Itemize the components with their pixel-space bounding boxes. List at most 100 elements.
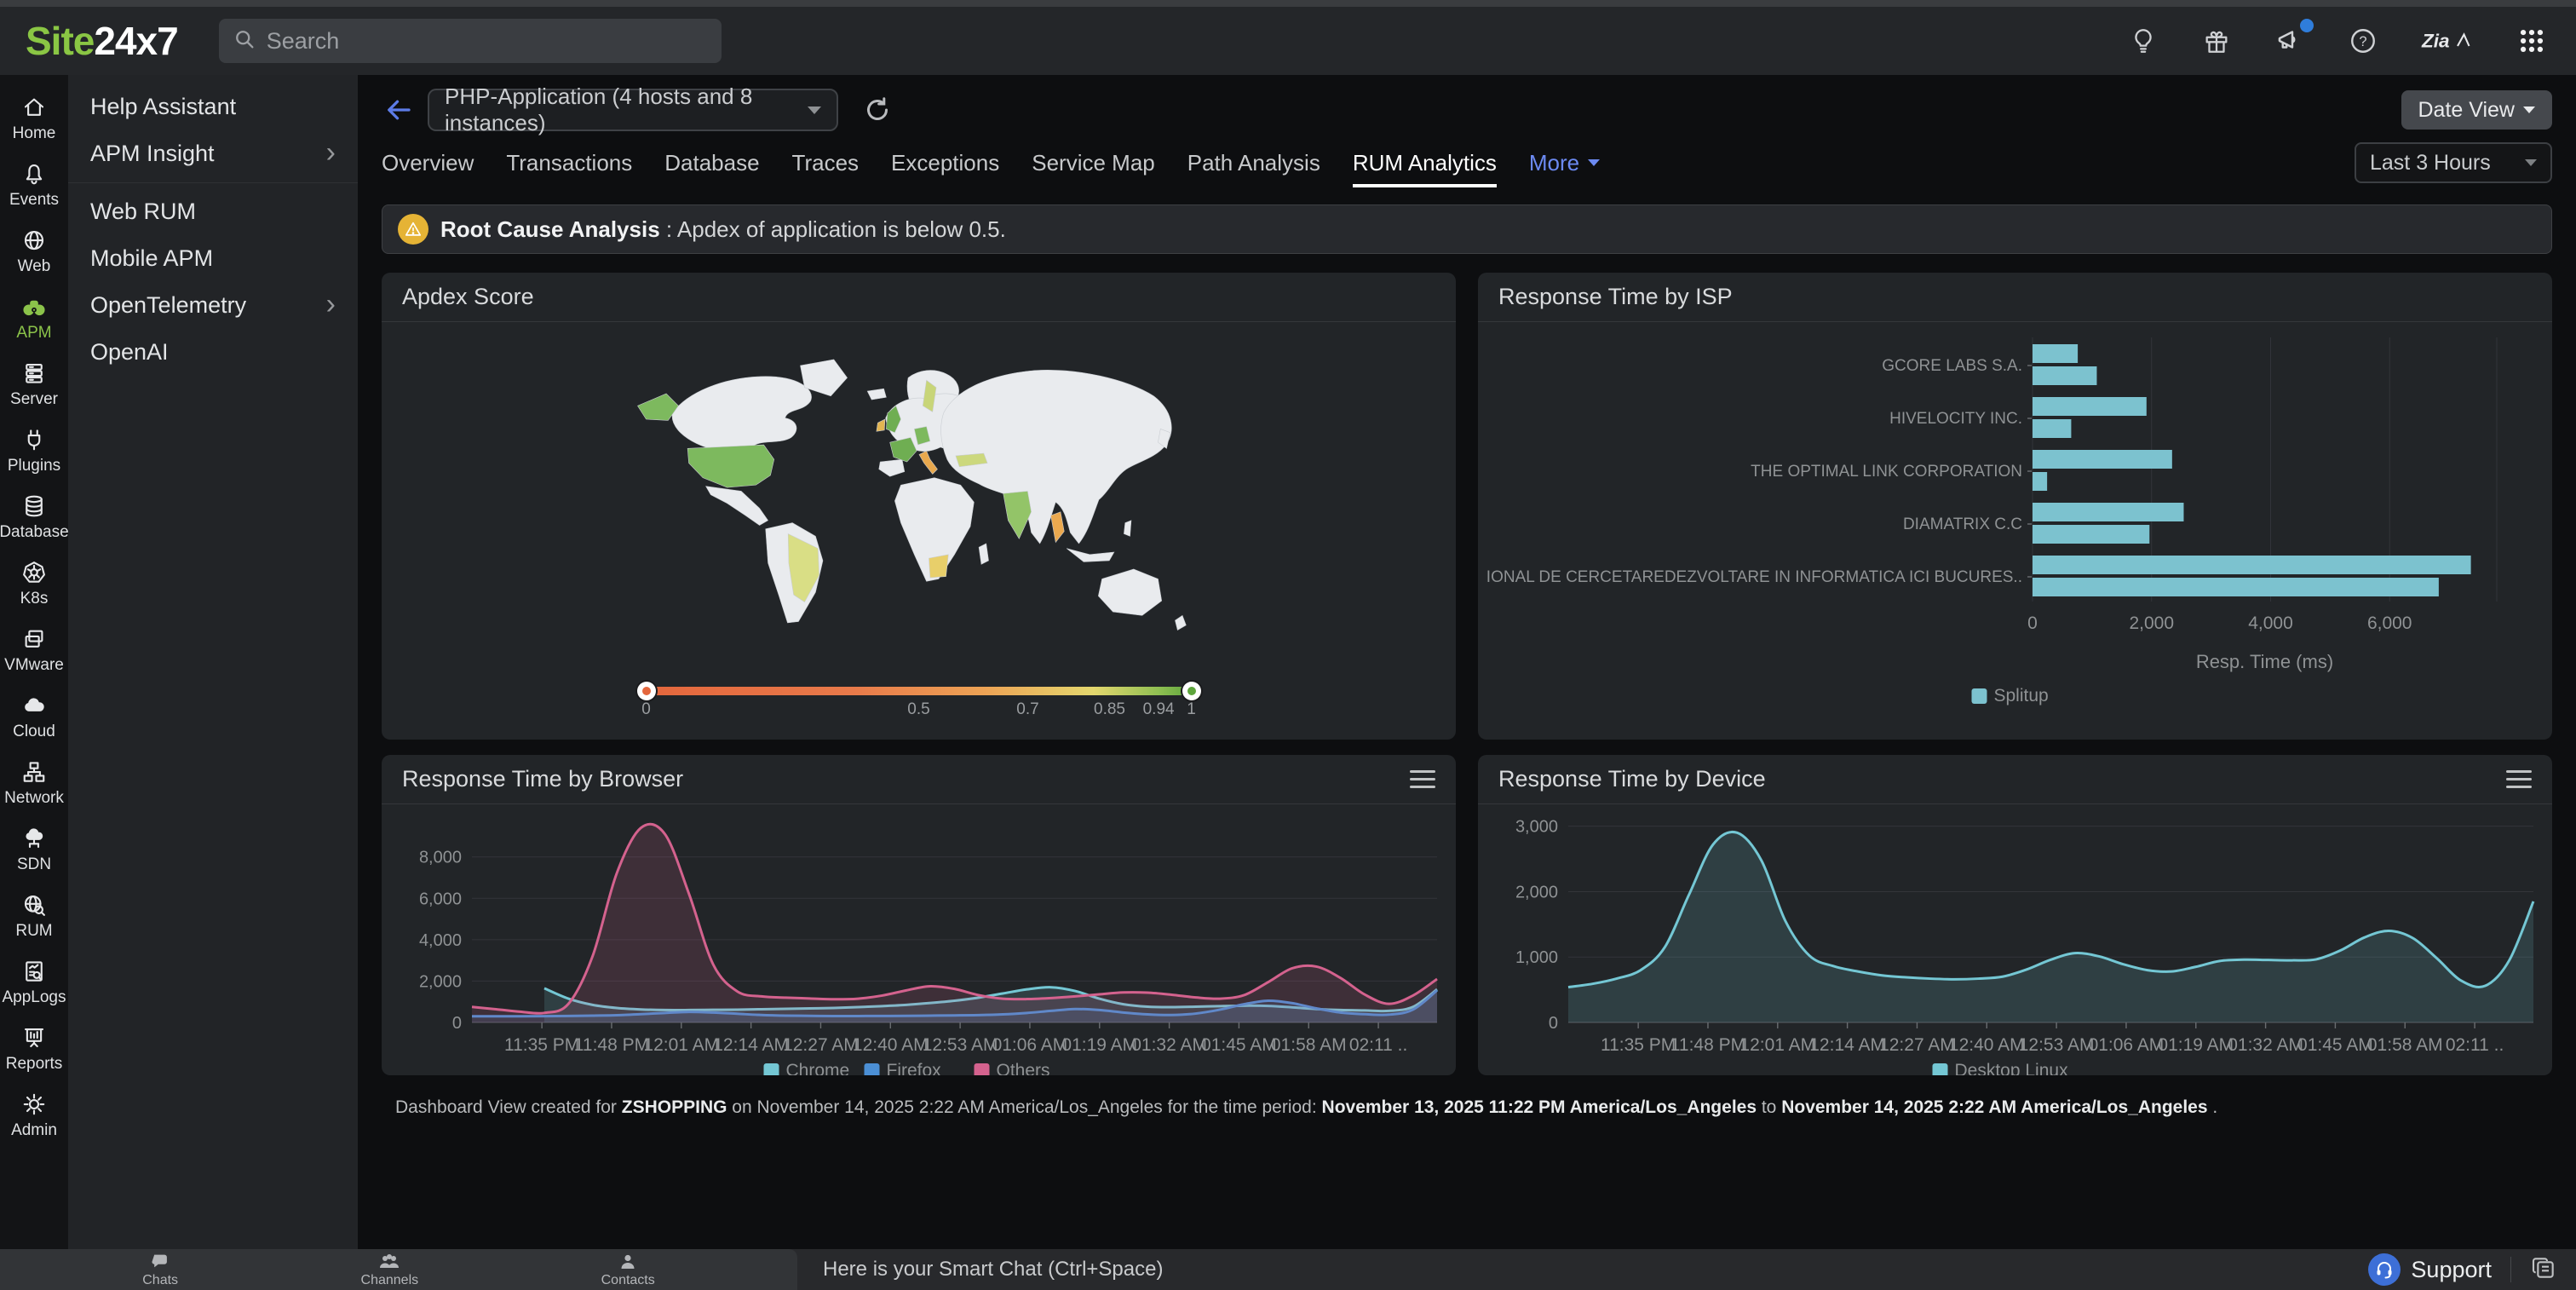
tab-more-menu[interactable]: More — [1529, 138, 1600, 187]
sidebar-divider — [68, 182, 358, 183]
svg-text:0: 0 — [2027, 613, 2038, 633]
main-content: PHP-Application (4 hosts and 8 instances… — [358, 75, 2576, 1249]
rail-item-applogs[interactable]: AppLogs — [0, 949, 68, 1016]
site24x7-app: Site24x7 ? Zia — [0, 0, 2576, 1290]
svg-text:4,000: 4,000 — [2248, 613, 2293, 633]
rail-item-events[interactable]: Events — [0, 152, 68, 218]
slider-handle-min[interactable] — [637, 682, 656, 700]
sidebar-item-openai[interactable]: OpenAI — [68, 329, 358, 376]
dashboard-footnote: Dashboard View created for ZSHOPPING on … — [395, 1097, 2539, 1118]
headset-icon — [2368, 1253, 2401, 1286]
panel-title: Response Time by ISP — [1498, 284, 1733, 310]
svg-text:01:58 AM: 01:58 AM — [2366, 1035, 2442, 1055]
isp-bar-chart[interactable]: 02,0004,0006,000GCORE LABS S.A.HIVELOCIT… — [1487, 322, 2544, 723]
tab-path-analysis[interactable]: Path Analysis — [1187, 138, 1320, 187]
site24x7-logo[interactable]: Site24x7 — [26, 18, 178, 64]
svg-text:01:32 AM: 01:32 AM — [1131, 1035, 1207, 1055]
navbar-icons: ? Zia — [2125, 22, 2550, 60]
rail-item-server[interactable]: Server — [0, 351, 68, 418]
application-header: PHP-Application (4 hosts and 8 instances… — [358, 75, 2576, 131]
search-input[interactable] — [267, 28, 708, 55]
panel-menu-icon[interactable] — [2506, 767, 2532, 792]
apps-grid-icon[interactable] — [2513, 22, 2550, 60]
svg-text:12:01 AM: 12:01 AM — [643, 1035, 719, 1055]
svg-text:12:27 AM: 12:27 AM — [783, 1035, 859, 1055]
map-region-ireland[interactable] — [876, 419, 884, 431]
svg-text:01:06 AM: 01:06 AM — [992, 1035, 1067, 1055]
tab-rum-analytics[interactable]: RUM Analytics — [1353, 138, 1497, 187]
map-region-italy[interactable] — [919, 451, 937, 474]
bottom-bar: Chats Channels Contacts Here is your Sma… — [0, 1249, 2576, 1290]
channels-button[interactable]: Channels — [361, 1252, 419, 1288]
help-icon[interactable]: ? — [2344, 22, 2382, 60]
browser-line-chart[interactable]: 02,0004,0006,0008,00011:35 PM11:48 PM12:… — [391, 804, 1447, 1075]
panel-menu-icon[interactable] — [1410, 767, 1435, 792]
network-icon — [21, 759, 47, 785]
smart-chat-hint[interactable]: Here is your Smart Chat (Ctrl+Space) — [823, 1258, 1163, 1281]
svg-text:01:32 AM: 01:32 AM — [2228, 1035, 2303, 1055]
back-button[interactable] — [382, 93, 416, 127]
rail-item-home[interactable]: Home — [0, 85, 68, 152]
time-range-dropdown[interactable]: Last 3 Hours — [2355, 142, 2552, 183]
rail-item-vmware[interactable]: VMware — [0, 617, 68, 683]
tab-traces[interactable]: Traces — [792, 138, 860, 187]
device-line-chart[interactable]: 01,0002,0003,00011:35 PM11:48 PM12:01 AM… — [1487, 804, 2544, 1075]
globe-icon — [21, 227, 47, 253]
rail-item-network[interactable]: Network — [0, 750, 68, 816]
svg-text:0: 0 — [451, 1014, 461, 1033]
global-search[interactable] — [219, 19, 722, 63]
tab-transactions[interactable]: Transactions — [506, 138, 632, 187]
rail-item-admin[interactable]: Admin — [0, 1082, 68, 1149]
svg-text:11:48 PM: 11:48 PM — [573, 1035, 648, 1055]
stacked-windows-icon[interactable] — [2530, 1254, 2557, 1286]
applogs-icon — [21, 959, 47, 984]
date-view-button[interactable]: Date View — [2401, 90, 2553, 130]
apdex-gradient-bar[interactable] — [647, 687, 1192, 695]
rail-item-cloud[interactable]: Cloud — [0, 683, 68, 750]
svg-text:12:53 AM: 12:53 AM — [2018, 1035, 2094, 1055]
whats-new-gift-icon[interactable] — [2198, 22, 2235, 60]
refresh-button[interactable] — [860, 93, 894, 127]
sidebar-item-help-assistant[interactable]: Help Assistant — [68, 84, 358, 130]
rail-item-k8s[interactable]: K8s — [0, 550, 68, 617]
announcements-megaphone-icon[interactable] — [2271, 22, 2309, 60]
map-region-india[interactable] — [1003, 491, 1031, 538]
svg-text:8,000: 8,000 — [418, 849, 461, 867]
rail-item-rum[interactable]: RUM — [0, 883, 68, 949]
zia-assistant-icon[interactable]: Zia — [2418, 22, 2477, 60]
support-button[interactable]: Support — [2368, 1253, 2492, 1286]
tips-bulb-icon[interactable] — [2125, 22, 2162, 60]
root-cause-banner[interactable]: Root Cause Analysis : Apdex of applicati… — [382, 204, 2552, 254]
chats-button[interactable]: Chats — [142, 1252, 178, 1288]
tab-overview[interactable]: Overview — [382, 138, 474, 187]
binoculars-apm-icon — [21, 294, 47, 320]
sidebar-item-mobile-apm[interactable]: Mobile APM — [68, 235, 358, 282]
sidebar-item-apm-insight[interactable]: APM Insight› — [68, 130, 358, 177]
map-region-south-africa[interactable] — [929, 555, 948, 578]
rail-item-web[interactable]: Web — [0, 218, 68, 285]
rail-item-database[interactable]: Database — [0, 484, 68, 550]
sidebar-item-web-rum[interactable]: Web RUM — [68, 188, 358, 235]
chevron-down-icon — [2525, 159, 2537, 166]
logo-24x7-text: 24x7 — [94, 19, 177, 63]
device-panel-header: Response Time by Device — [1478, 755, 2552, 804]
svg-text:6,000: 6,000 — [2366, 613, 2412, 633]
map-region-thailand[interactable] — [1050, 512, 1064, 543]
map-region-united-states[interactable] — [687, 445, 774, 487]
svg-text:Splitup: Splitup — [1993, 686, 2048, 705]
svg-text:12:14 AM: 12:14 AM — [713, 1035, 789, 1055]
sidebar-item-opentelemetry[interactable]: OpenTelemetry› — [68, 282, 358, 329]
rail-item-plugins[interactable]: Plugins — [0, 418, 68, 484]
contacts-button[interactable]: Contacts — [601, 1252, 655, 1288]
tab-service-map[interactable]: Service Map — [1032, 138, 1155, 187]
slider-handle-max[interactable] — [1182, 682, 1201, 700]
svg-text:01:58 AM: 01:58 AM — [1270, 1035, 1346, 1055]
world-map[interactable] — [399, 331, 1439, 666]
tab-exceptions[interactable]: Exceptions — [891, 138, 999, 187]
rail-item-reports[interactable]: Reports — [0, 1016, 68, 1082]
application-selector-dropdown[interactable]: PHP-Application (4 hosts and 8 instances… — [428, 89, 838, 131]
svg-text:12:01 AM: 12:01 AM — [1739, 1035, 1815, 1055]
rail-item-sdn[interactable]: SDN — [0, 816, 68, 883]
tab-database[interactable]: Database — [664, 138, 759, 187]
rail-item-apm[interactable]: APM — [0, 285, 68, 351]
